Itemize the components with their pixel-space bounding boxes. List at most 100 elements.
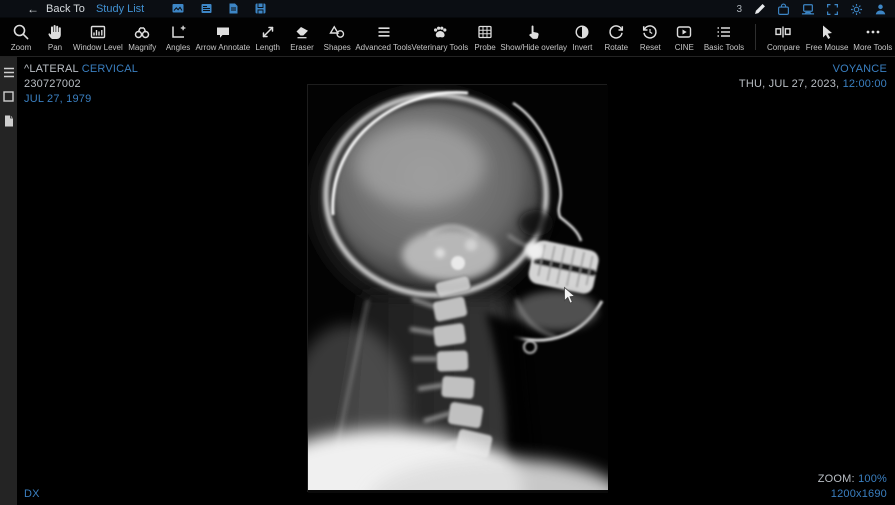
tool-advanced-tools[interactable]: Advanced Tools — [355, 23, 411, 52]
header-quick-icons — [172, 3, 266, 14]
study-time-accent: 12:00:00 — [843, 78, 887, 90]
layout-icon[interactable] — [3, 91, 14, 102]
overlay-top-right: VOYANCE THU, JUL 27, 2023, 12:00:00 — [739, 62, 887, 92]
series-description: ^LATERAL — [24, 63, 82, 75]
tool-label: Basic Tools — [704, 43, 744, 52]
overlay-top-left: ^LATERAL CERVICAL 230727002 JUL 27, 1979 — [24, 62, 138, 107]
tool-label: More Tools — [853, 43, 892, 52]
tool-label: Veterinary Tools — [411, 43, 468, 52]
tool-label: Show/Hide overlay — [500, 43, 567, 52]
tool-label: Zoom — [11, 43, 31, 52]
tools-toolbar: Zoom Pan Window Level Magnify Angles Arr… — [0, 18, 895, 57]
tool-veterinary-tools[interactable]: Veterinary Tools — [412, 23, 468, 52]
tool-label: Eraser — [290, 43, 314, 52]
tool-rotate[interactable]: Rotate — [599, 23, 633, 52]
tool-pan[interactable]: Pan — [38, 23, 72, 52]
report-icon[interactable] — [229, 3, 238, 14]
back-label: Back To — [46, 3, 85, 15]
magnifier-icon — [12, 23, 30, 41]
tool-magnify[interactable]: Magnify — [124, 23, 161, 52]
tool-zoom[interactable]: Zoom — [4, 23, 38, 52]
modality-label: DX — [24, 487, 40, 502]
menu-icon[interactable] — [3, 67, 15, 78]
tool-basic-tools[interactable]: Basic Tools — [701, 23, 746, 52]
main-area: ^LATERAL CERVICAL 230727002 JUL 27, 1979… — [0, 57, 895, 505]
tool-label: Compare — [767, 43, 800, 52]
annotation-count: 3 — [736, 4, 742, 15]
zoom-value: 100% — [858, 473, 887, 485]
rotate-icon — [607, 23, 625, 41]
settings-icon[interactable] — [850, 3, 863, 16]
tool-arrow-annotate[interactable]: Arrow Annotate — [195, 23, 250, 52]
tool-angles[interactable]: Angles — [161, 23, 196, 52]
binoculars-icon — [133, 23, 151, 41]
tool-label: Arrow Annotate — [196, 43, 251, 52]
user-icon[interactable] — [874, 3, 887, 16]
tool-label: Shapes — [324, 43, 351, 52]
overlay-bottom-right: ZOOM: 100% 1200x1690 — [818, 472, 887, 502]
tool-label: Invert — [572, 43, 592, 52]
pointer-icon — [525, 23, 543, 41]
tool-label: Free Mouse — [806, 43, 849, 52]
tool-show-hide-overlay[interactable]: Show/Hide overlay — [502, 23, 565, 52]
cursor-icon — [818, 23, 836, 41]
patient-dob: JUL 27, 1979 — [24, 92, 138, 107]
patient-id: 230727002 — [24, 77, 138, 92]
save-icon[interactable] — [777, 3, 790, 16]
ruler-arrow-icon — [259, 23, 277, 41]
tool-label: Angles — [166, 43, 190, 52]
angle-icon — [169, 23, 187, 41]
back-to-study-list-button[interactable]: ← Back To Study List — [27, 3, 144, 15]
play-icon — [675, 23, 693, 41]
draw-icon[interactable] — [753, 3, 766, 16]
workstation-icon[interactable] — [801, 3, 815, 16]
tool-label: Window Level — [73, 43, 123, 52]
tool-length[interactable]: Length — [250, 23, 285, 52]
tool-label: Magnify — [128, 43, 156, 52]
zoom-label: ZOOM: — [818, 473, 855, 485]
ellipsis-icon — [864, 23, 882, 41]
image-viewport[interactable]: ^LATERAL CERVICAL 230727002 JUL 27, 1979… — [18, 57, 895, 505]
patient-card-icon[interactable] — [201, 3, 212, 14]
tool-cine[interactable]: CINE — [667, 23, 701, 52]
histogram-icon — [89, 23, 107, 41]
tool-more-tools[interactable]: More Tools — [851, 23, 895, 52]
back-arrow-icon: ← — [27, 3, 39, 15]
shapes-icon — [328, 23, 346, 41]
series-export-icon[interactable] — [172, 3, 184, 14]
fullscreen-icon[interactable] — [826, 3, 839, 16]
tool-free-mouse[interactable]: Free Mouse — [804, 23, 851, 52]
lines-icon — [375, 23, 393, 41]
tool-reset[interactable]: Reset — [633, 23, 667, 52]
paw-icon — [431, 23, 449, 41]
half-circle-icon — [573, 23, 591, 41]
tool-label: Length — [255, 43, 279, 52]
series-description-accent: CERVICAL — [82, 63, 138, 75]
toolbar-separator — [755, 24, 756, 50]
grid-icon — [476, 23, 494, 41]
eraser-icon — [293, 23, 311, 41]
left-side-rail — [0, 57, 18, 505]
tool-invert[interactable]: Invert — [565, 23, 599, 52]
study-datetime: THU, JUL 27, 2023, — [739, 78, 843, 90]
source-name: VOYANCE — [739, 62, 887, 77]
list-icon — [715, 23, 733, 41]
compare-icon — [774, 23, 792, 41]
annotation-bubble-icon — [214, 23, 232, 41]
tool-label: CINE — [675, 43, 694, 52]
tool-label: Advanced Tools — [355, 43, 411, 52]
tool-label: Rotate — [605, 43, 629, 52]
report-panel-icon[interactable] — [4, 115, 14, 127]
overlay-bottom-left: DX — [24, 487, 40, 502]
hand-icon — [46, 23, 64, 41]
archive-icon[interactable] — [255, 3, 266, 14]
tool-eraser[interactable]: Eraser — [285, 23, 319, 52]
image-resolution: 1200x1690 — [818, 487, 887, 502]
xray-image-lateral-cervical[interactable] — [307, 84, 607, 492]
tool-compare[interactable]: Compare — [763, 23, 803, 52]
tool-label: Pan — [48, 43, 62, 52]
tool-window-level[interactable]: Window Level — [72, 23, 124, 52]
tool-probe[interactable]: Probe — [468, 23, 502, 52]
tool-shapes[interactable]: Shapes — [319, 23, 355, 52]
header-right-cluster: 3 — [736, 0, 887, 18]
